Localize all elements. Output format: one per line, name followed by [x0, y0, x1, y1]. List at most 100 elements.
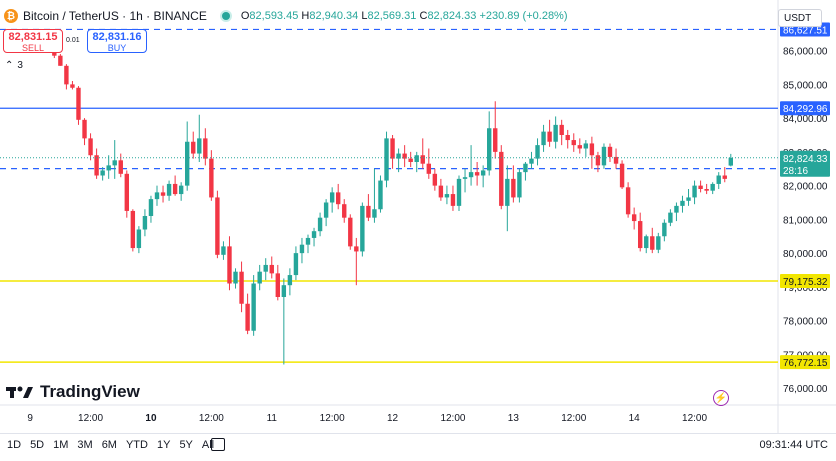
candle-body: [547, 131, 552, 142]
indicators-toggle[interactable]: ⌃ 3: [5, 60, 23, 71]
candle-body: [480, 170, 486, 176]
candle-body: [638, 221, 643, 249]
candle-body: [323, 202, 329, 218]
lightning-icon[interactable]: ⚡: [713, 390, 729, 406]
candle-body: [589, 143, 595, 156]
market-open-icon: [221, 12, 230, 20]
candle-body: [251, 283, 256, 331]
candle-body: [710, 183, 715, 191]
candle-body: [535, 145, 540, 159]
candle-body: [619, 163, 625, 188]
candle-body: [142, 216, 148, 230]
tradingview-logo-icon: [6, 386, 33, 398]
y-tick-label: 82,000.00: [783, 182, 828, 193]
calendar-icon[interactable]: [211, 438, 225, 451]
range-5y[interactable]: 5Y: [179, 439, 192, 451]
range-1m[interactable]: 1M: [53, 439, 68, 451]
y-tick-label: 81,000.00: [783, 215, 828, 226]
y-tick-label: 80,000.00: [783, 249, 828, 260]
y-tick-label: 84,000.00: [783, 114, 828, 125]
candle-body: [505, 178, 510, 206]
candle-body: [366, 205, 371, 218]
candle-body: [372, 209, 377, 218]
chevron-up-icon: ⌃: [5, 60, 14, 71]
sell-price: 82,831.15: [8, 31, 58, 43]
candle-body: [100, 170, 105, 176]
candle-body: [625, 187, 631, 215]
range-3m[interactable]: 3M: [77, 439, 92, 451]
y-tick-label: 76,000.00: [783, 384, 828, 395]
candle-body: [474, 172, 480, 176]
range-6m[interactable]: 6M: [102, 439, 117, 451]
candle-body: [269, 264, 274, 274]
candle-body: [668, 212, 673, 223]
high-value: 82,940.34: [309, 10, 359, 22]
candle-body: [154, 192, 160, 200]
indicators-count: 3: [17, 60, 23, 71]
candle-body: [680, 200, 685, 206]
candle-body: [462, 177, 468, 179]
brand-name: TradingView: [40, 382, 140, 401]
candle-body: [704, 189, 709, 191]
candle-body: [112, 160, 117, 166]
range-1d[interactable]: 1D: [7, 439, 21, 451]
candle-body: [607, 146, 613, 157]
candle-body: [275, 273, 280, 297]
candle-body: [414, 155, 419, 162]
buy-button[interactable]: 82,831.16 BUY: [87, 29, 147, 53]
candle-body: [716, 175, 721, 184]
price-chart[interactable]: 76,000.0077,000.0078,000.0079,000.0080,0…: [0, 0, 836, 433]
candle-body: [239, 271, 244, 304]
x-tick-label: 12:00: [682, 413, 707, 424]
candle-body: [698, 185, 703, 189]
candle-body: [450, 194, 456, 206]
candle-body: [384, 138, 389, 181]
candle-body: [601, 146, 607, 166]
symbol-title[interactable]: Bitcoin / TetherUS · 1h · BINANCE: [23, 9, 207, 23]
candle-body: [378, 180, 383, 210]
candle-body: [468, 172, 474, 178]
candle-body: [644, 236, 649, 249]
candle-body: [728, 157, 733, 166]
candle-body: [553, 124, 558, 142]
candle-body: [130, 210, 136, 249]
candle-body: [172, 183, 178, 195]
x-tick-label: 10: [145, 413, 157, 424]
candle-body: [58, 55, 63, 66]
currency-selector[interactable]: USDT: [778, 9, 822, 27]
candle-body: [511, 178, 516, 198]
candle-body: [245, 303, 250, 331]
buy-label: BUY: [107, 43, 127, 53]
price-level-label: 79,175.32: [783, 277, 828, 288]
candle-body: [336, 192, 341, 205]
range-5d[interactable]: 5D: [30, 439, 44, 451]
candle-body: [565, 135, 570, 141]
candle-body: [499, 151, 504, 206]
candle-body: [148, 199, 154, 216]
candle-body: [299, 244, 305, 254]
candle-body: [88, 138, 93, 156]
last-price-label: 82,824.33: [783, 154, 828, 165]
sell-button[interactable]: 82,831.15 SELL: [3, 29, 63, 53]
candle-body: [656, 236, 661, 250]
candle-body: [124, 173, 129, 211]
x-tick-label: 12:00: [199, 413, 224, 424]
candle-body: [233, 271, 238, 284]
candle-body: [577, 145, 582, 149]
x-tick-label: 12:00: [78, 413, 103, 424]
range-1y[interactable]: 1Y: [157, 439, 170, 451]
symbol-header: ₿ Bitcoin / TetherUS · 1h · BINANCE O82,…: [4, 9, 568, 23]
y-tick-label: 78,000.00: [783, 317, 828, 328]
sell-label: SELL: [21, 43, 45, 53]
y-tick-label: 86,000.00: [783, 47, 828, 58]
candle-body: [426, 163, 431, 174]
candle-body: [227, 246, 232, 284]
range-ytd[interactable]: YTD: [126, 439, 148, 451]
candle-body: [517, 172, 522, 198]
candle-body: [692, 185, 697, 198]
candle-body: [390, 138, 395, 159]
x-tick-label: 12:00: [440, 413, 465, 424]
candle-body: [317, 217, 323, 232]
candle-body: [178, 185, 184, 195]
utc-clock[interactable]: 09:31:44 UTC: [760, 439, 828, 451]
